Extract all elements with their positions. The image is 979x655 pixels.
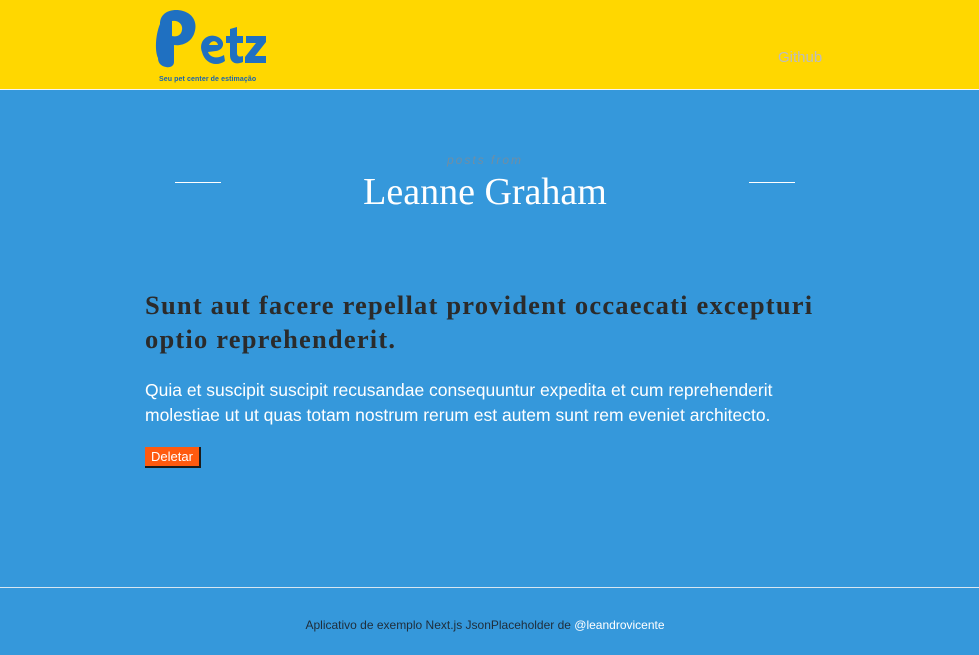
footer-divider xyxy=(0,587,979,588)
footer: Aplicativo de exemplo Next.js JsonPlaceh… xyxy=(0,618,970,632)
post-body: Quia et suscipit suscipit recusandae con… xyxy=(145,380,773,425)
github-link[interactable]: Github xyxy=(778,49,822,66)
hero-subtitle: posts from xyxy=(446,153,523,167)
footer-credit-text: Aplicativo de exemplo Next.js JsonPlaceh… xyxy=(305,618,575,632)
post-title: Sunt aut facere repellat provident occae… xyxy=(145,290,814,354)
header-divider xyxy=(0,89,979,90)
title-rule-right xyxy=(749,182,795,183)
delete-post-button[interactable]: Deletar xyxy=(145,447,201,468)
author-profile-link[interactable]: @leandrovicente xyxy=(574,618,664,632)
logo-tagline: Seu pet center de estimação xyxy=(159,76,257,83)
author-name-title: Leanne Graham xyxy=(363,171,607,213)
site-header: Seu pet center de estimação Github xyxy=(0,0,979,89)
petz-logo[interactable] xyxy=(150,6,272,86)
